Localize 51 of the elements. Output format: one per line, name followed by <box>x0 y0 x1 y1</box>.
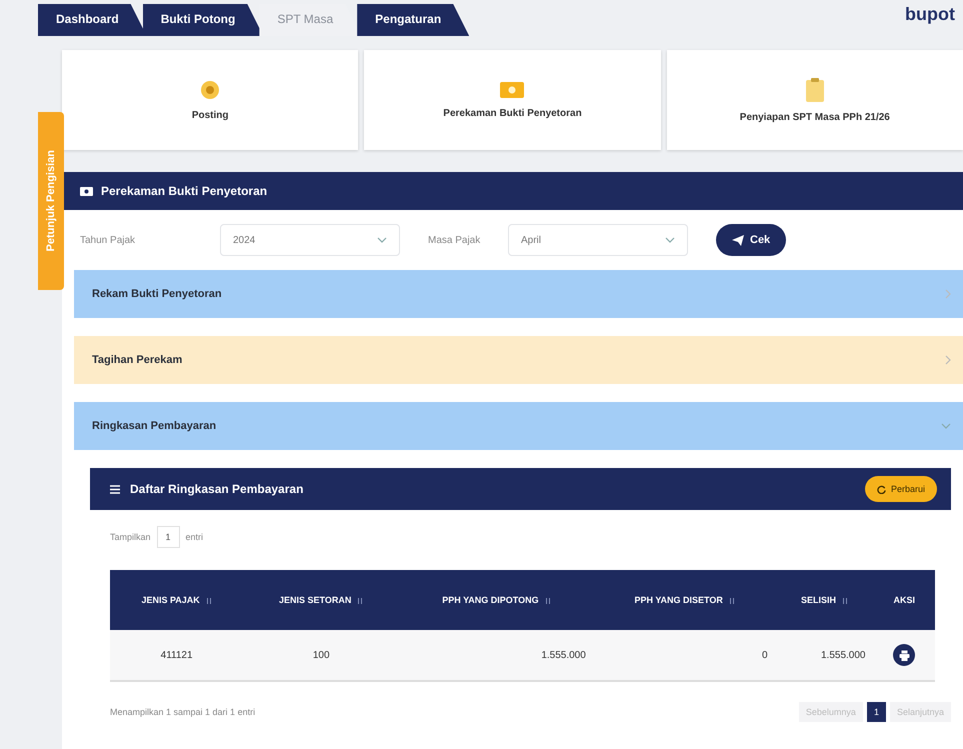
menu-card[interactable]: Perekaman Bukti Penyetoran <box>364 50 661 150</box>
field-label: Tahun Pajak <box>80 234 136 246</box>
table-cell: 0 <box>594 630 776 681</box>
column-header[interactable]: PPH YANG DIPOTONG <box>399 570 594 630</box>
table-cell: 100 <box>243 630 400 681</box>
chevron-down-icon <box>941 423 951 429</box>
sort-icon <box>206 596 212 605</box>
pagination-button[interactable]: 1 <box>866 702 886 722</box>
sort-icon <box>357 596 364 605</box>
section-header: Perekaman Bukti Penyetoran <box>62 172 963 210</box>
column-header[interactable]: AKSI <box>873 570 935 630</box>
logo-text: bupot <box>905 3 956 25</box>
show-label: Tampilkan <box>110 532 151 542</box>
menu-card[interactable]: Penyiapan SPT Masa PPh 21/26 <box>666 50 963 150</box>
print-icon <box>898 650 910 660</box>
refresh-button[interactable]: Perbarui <box>864 476 937 502</box>
table-cell: 1.555.000 <box>399 630 594 681</box>
column-header[interactable]: JENIS SETORAN <box>243 570 400 630</box>
column-header[interactable]: PPH YANG DISETOR <box>594 570 776 630</box>
banknote-icon <box>80 186 93 196</box>
nav-tab[interactable]: Pengaturan <box>357 4 470 36</box>
refresh-icon <box>876 484 886 494</box>
print-button[interactable] <box>893 644 916 666</box>
chevron-right-icon <box>945 355 951 365</box>
entries-label: entri <box>186 532 204 542</box>
panel-header: Daftar Ringkasan Pembayaran Perbarui <box>90 468 951 510</box>
column-header[interactable]: JENIS PAJAK <box>110 570 244 630</box>
banknote-icon <box>500 82 524 98</box>
sort-icon <box>842 596 848 605</box>
table-info: Menampilkan 1 sampai 1 dari 1 entri <box>110 707 256 717</box>
table-cell: 411121 <box>110 630 244 681</box>
entries-select[interactable]: 1 <box>156 526 180 548</box>
accordion-header[interactable]: Rekam Bukti Penyetoran <box>74 270 963 318</box>
sort-icon <box>728 596 735 605</box>
column-header[interactable]: SELISIH <box>776 570 874 630</box>
sort-icon <box>544 596 551 605</box>
send-icon <box>732 234 744 246</box>
list-icon <box>110 484 120 494</box>
chevron-down-icon <box>665 237 675 243</box>
check-button[interactable]: Cek <box>716 224 786 256</box>
chevron-right-icon <box>945 289 951 299</box>
field-label: Masa Pajak <box>428 234 482 246</box>
year-select[interactable]: 2024 <box>220 224 400 256</box>
menu-card[interactable]: Posting <box>62 50 358 150</box>
coin-icon <box>200 80 220 100</box>
chevron-down-icon <box>377 237 387 243</box>
clipboard-icon <box>806 78 824 102</box>
table-cell: 1.555.000 <box>776 630 874 681</box>
month-select[interactable]: April <box>508 224 688 256</box>
accordion-header[interactable]: Ringkasan Pembayaran <box>74 402 963 450</box>
accordion-header[interactable]: Tagihan Perekam <box>74 336 963 384</box>
